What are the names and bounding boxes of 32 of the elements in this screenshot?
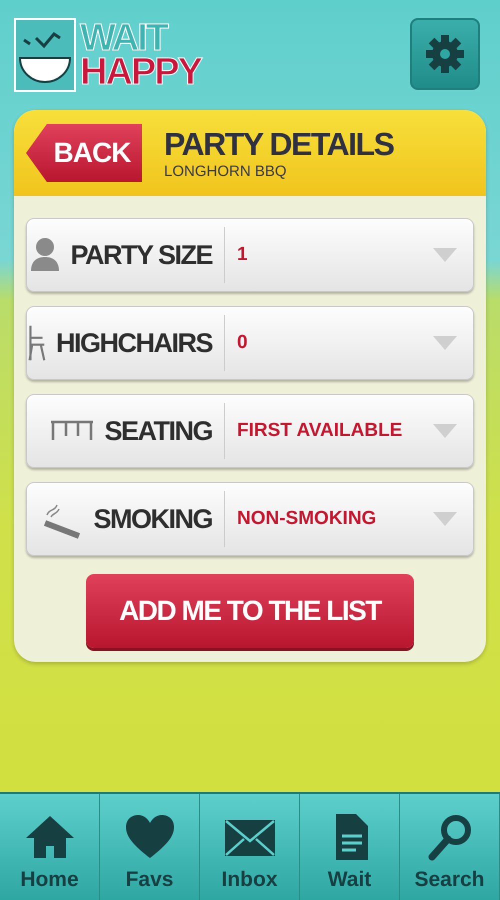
dropdown-field[interactable]: SEATING FIRST AVAILABLE — [26, 394, 474, 468]
dropdown-field[interactable]: HIGHCHAIRS 0 — [26, 306, 474, 380]
field-value: FIRST AVAILABLE — [236, 420, 404, 442]
back-button[interactable]: BACK — [26, 124, 142, 182]
dropdown-field[interactable]: SMOKING NON-SMOKING — [26, 482, 474, 556]
person-icon — [30, 237, 60, 273]
field-label: SEATING — [104, 416, 212, 446]
logo-text: WAIT — [80, 21, 168, 55]
tab-button[interactable]: Search — [400, 794, 500, 900]
dropdown-field[interactable]: PARTY SIZE 1 — [26, 218, 474, 292]
field-label: PARTY SIZE — [70, 240, 212, 270]
caret-icon — [433, 336, 457, 350]
tab-button[interactable]: Inbox — [200, 794, 300, 900]
field-label: SMOKING — [93, 504, 212, 534]
logo-icon — [14, 18, 76, 92]
settings-icon — [425, 34, 465, 74]
add-to-list-button[interactable]: ADD ME TO THE LIST — [86, 574, 414, 648]
table-icon — [50, 419, 94, 443]
logo-text: HAPPY — [80, 55, 201, 89]
field-value: 0 — [236, 332, 249, 354]
restaurant-name: LONGHORN BBQ — [164, 163, 288, 180]
caret-icon — [433, 248, 457, 262]
field-label: HIGHCHAIRS — [56, 328, 212, 358]
caret-icon — [433, 424, 457, 438]
tab-button[interactable]: Favs — [100, 794, 200, 900]
field-value: NON-SMOKING — [236, 508, 378, 530]
settings-button[interactable] — [410, 18, 480, 90]
field-value: 1 — [236, 244, 249, 266]
caret-icon — [433, 512, 457, 526]
tab-button[interactable]: Home — [0, 794, 100, 900]
panel-title: PARTY DETAILS — [164, 126, 394, 163]
tab-button[interactable]: Wait — [300, 794, 400, 900]
